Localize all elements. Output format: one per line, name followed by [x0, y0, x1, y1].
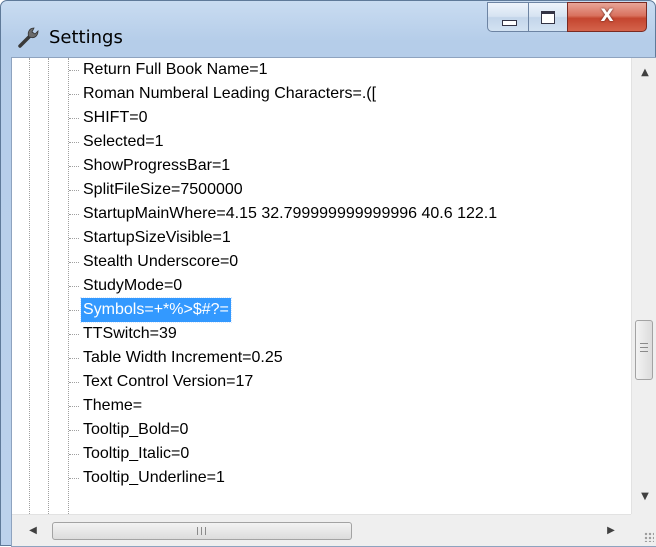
tree-item-label: Symbols=+*%>$#?=	[80, 297, 232, 323]
tree-guide-line	[29, 58, 30, 514]
tree-guide-line	[48, 58, 49, 514]
tree-item-label: Table Width Increment=0.25	[83, 349, 283, 366]
close-button[interactable]: X	[567, 2, 647, 32]
resize-grip[interactable]	[631, 514, 656, 546]
tree-item-label: StartupSizeVisible=1	[83, 229, 231, 246]
horizontal-scrollbar[interactable]: ◀ ▶	[12, 514, 631, 546]
tree-item-label: ShowProgressBar=1	[83, 157, 231, 174]
settings-tree-view[interactable]: Return Full Book Name=1 Roman Numberal L…	[11, 57, 656, 547]
tree-item-label: Theme=	[83, 397, 143, 414]
tree-item-label: Return Full Book Name=1	[83, 61, 268, 78]
scroll-left-arrow-icon[interactable]: ◀	[20, 515, 46, 546]
tree-item-label: Stealth Underscore=0	[83, 253, 239, 270]
tree-item-label: Tooltip_Italic=0	[83, 445, 190, 462]
maximize-icon	[541, 11, 555, 24]
minimize-button[interactable]	[487, 2, 529, 32]
tree-item-label: StartupMainWhere=4.15 32.799999999999996…	[83, 205, 498, 222]
wrench-icon	[18, 27, 39, 48]
tree-item-label: Text Control Version=17	[83, 373, 254, 390]
scroll-right-arrow-icon[interactable]: ▶	[598, 515, 624, 546]
tree-item-label: SHIFT=0	[83, 109, 148, 126]
title-bar[interactable]: Settings X	[1, 1, 655, 57]
settings-window: Settings X Return Full Book Name=1 Roman…	[0, 0, 656, 547]
resize-grip-icon	[644, 532, 654, 542]
grip-icon	[197, 527, 209, 535]
tree-item-label: Tooltip_Underline=1	[83, 469, 225, 486]
tree-item-label: StudyMode=0	[83, 277, 183, 294]
vertical-scroll-thumb[interactable]	[635, 320, 653, 380]
horizontal-scroll-thumb[interactable]	[52, 522, 352, 540]
close-icon: X	[600, 6, 614, 26]
minimize-icon	[502, 20, 517, 26]
maximize-button[interactable]	[528, 2, 568, 32]
tree-item-label: SplitFileSize=7500000	[83, 181, 243, 198]
tree-item-label: Tooltip_Bold=0	[83, 421, 189, 438]
tree-viewport: Return Full Book Name=1 Roman Numberal L…	[12, 58, 631, 514]
tree-item-label: TTSwitch=39	[83, 325, 177, 342]
tree-item-label: Roman Numberal Leading Characters=.([	[83, 85, 377, 102]
window-title: Settings	[49, 27, 123, 48]
grip-icon	[640, 343, 648, 355]
scroll-down-arrow-icon[interactable]: ▼	[632, 484, 656, 510]
scroll-up-arrow-icon[interactable]: ▲	[632, 60, 656, 86]
vertical-scrollbar[interactable]: ▲ ▼	[631, 58, 656, 514]
tree-item-label: Selected=1	[83, 133, 164, 150]
